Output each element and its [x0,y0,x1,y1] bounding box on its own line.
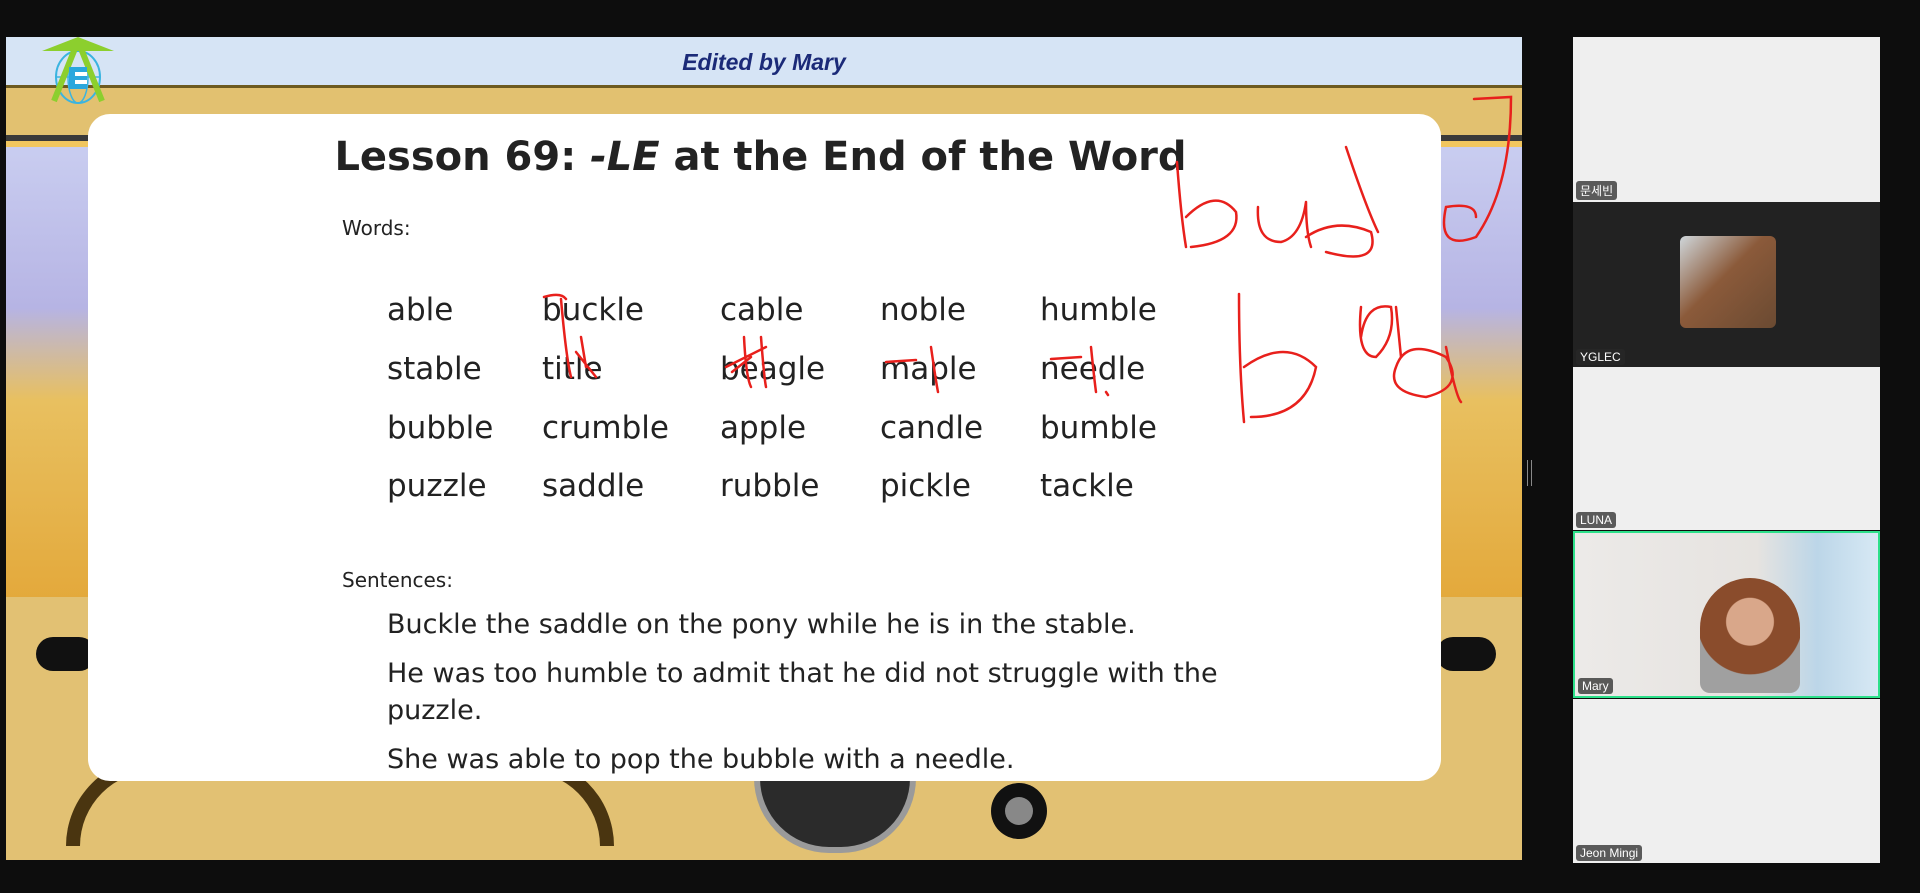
sentence: Buckle the saddle on the pony while he i… [387,609,1136,640]
word-pickle: pickle [880,468,971,504]
lesson-card: Lesson 69: -LE at the End of the Word Wo… [88,114,1441,781]
e-globe-arrow-logo-icon [42,37,114,104]
words-label: Words: [342,216,411,240]
title-prefix: Lesson 69: [334,134,591,180]
shared-screen-slide: Edited by Mary Lesson 69: -LE at the End… [6,37,1522,860]
word-apple: apple [720,410,807,446]
word-candle: candle [880,410,984,446]
word-beagle: beagle [720,351,826,387]
participant-name: LUNA [1576,512,1617,528]
word-buckle: buckle [542,292,645,328]
word-bubble: bubble [387,410,494,446]
word-maple: maple [880,351,977,387]
word-title: title [542,351,603,387]
participant-name: 문세빈 [1576,181,1618,200]
title-suffix-em: -LE [590,134,660,180]
participant-video [1680,236,1776,328]
participant-tile[interactable]: 문세빈 [1573,37,1880,202]
word-needle: needle [1040,351,1146,387]
title-rest: at the End of the Word [659,134,1187,180]
word-tackle: tackle [1040,468,1134,504]
participant-name: YGLEC [1576,349,1625,365]
word-able: able [387,292,454,328]
word-noble: noble [880,292,966,328]
participant-tile-active-speaker[interactable]: Mary [1573,531,1880,698]
word-stable: stable [387,351,482,387]
participant-tile[interactable]: LUNA [1573,367,1880,530]
word-rubble: rubble [720,468,820,504]
participant-tile[interactable]: Jeon Mingi [1573,699,1880,863]
header-title: Edited by Mary [682,49,846,75]
lesson-title: Lesson 69: -LE at the End of the Word [88,134,1433,180]
slide-header: Edited by Mary [6,37,1522,88]
dashboard-knob [991,783,1047,839]
word-crumble: crumble [542,410,669,446]
word-puzzle: puzzle [387,468,487,504]
dashboard-vent [1436,637,1496,671]
sentence: She was able to pop the bubble with a ne… [387,744,1015,775]
word-cable: cable [720,292,804,328]
sentence: He was too humble to admit that he did n… [387,658,1218,726]
participant-video [1700,578,1800,693]
word-bumble: bumble [1040,410,1157,446]
participant-tile[interactable]: YGLEC [1573,202,1880,367]
participant-name: Mary [1578,678,1613,694]
panel-resize-handle[interactable] [1527,460,1532,486]
sentences-label: Sentences: [342,568,453,592]
word-saddle: saddle [542,468,645,504]
word-humble: humble [1040,292,1157,328]
participant-name: Jeon Mingi [1576,845,1643,861]
dashboard-vent [36,637,96,671]
